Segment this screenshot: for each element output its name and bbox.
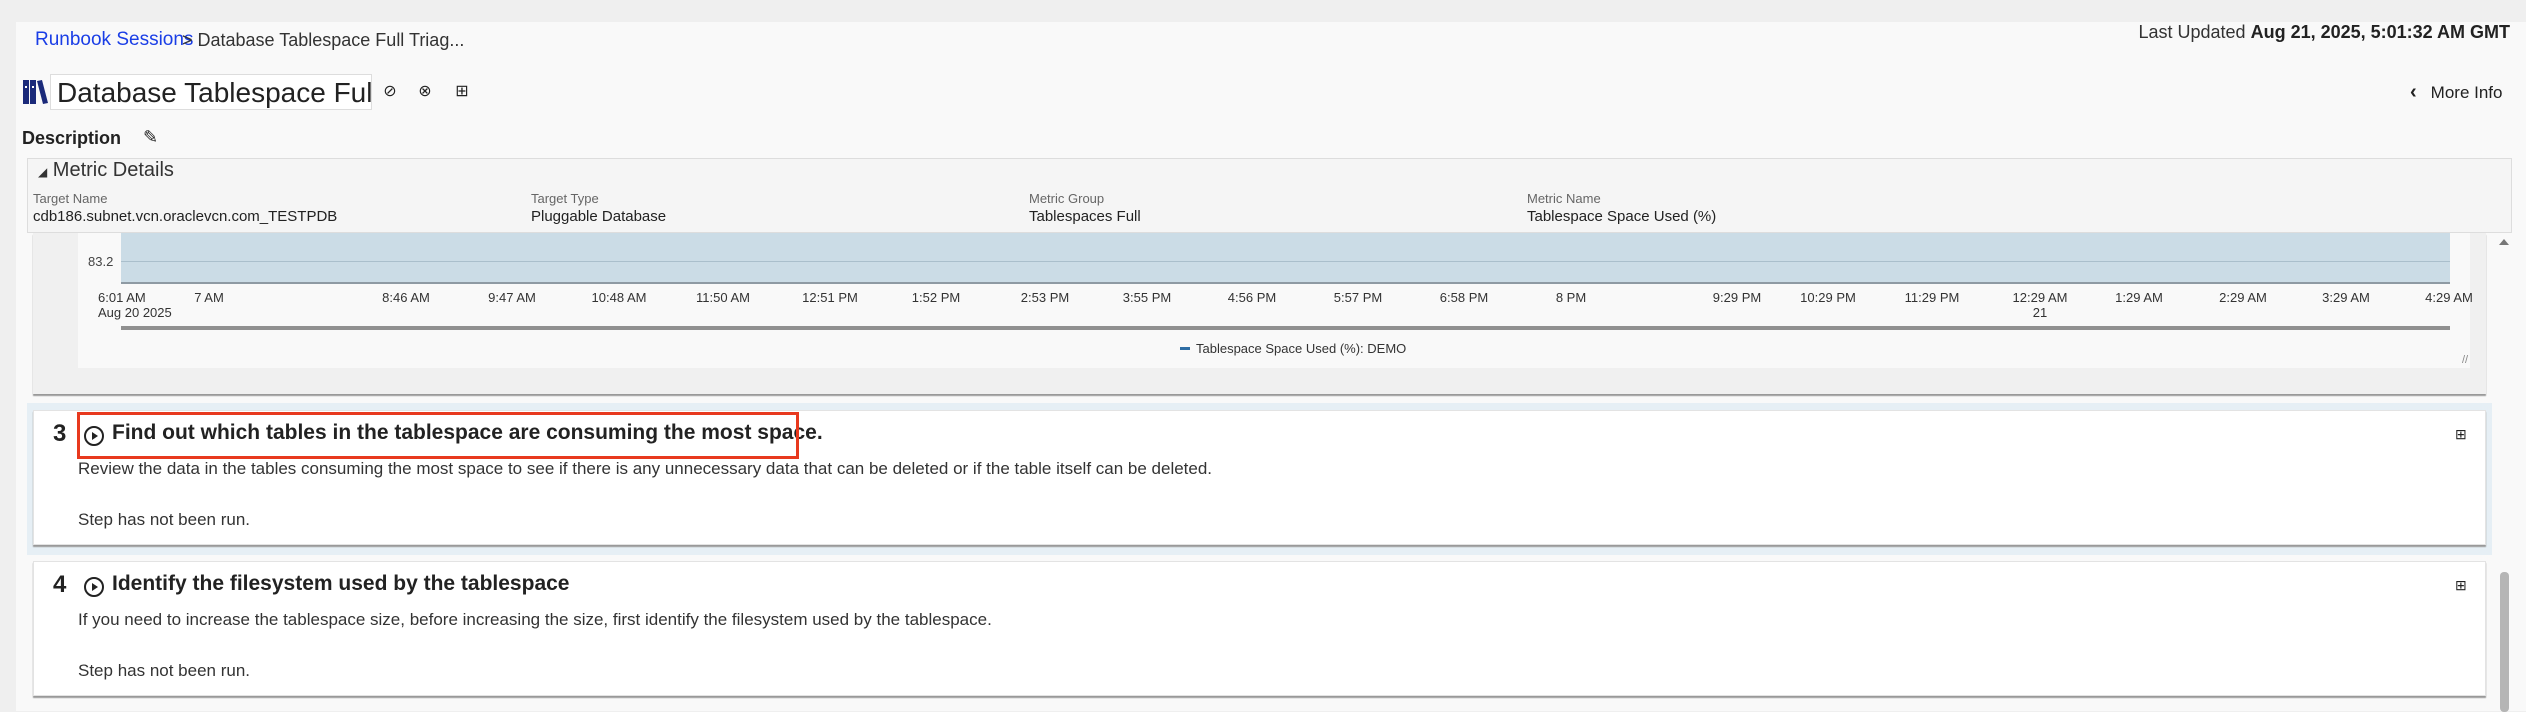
x-tick-label: 1:52 PM <box>911 290 961 305</box>
highlight-box <box>77 412 799 459</box>
x-tick-label: 1:29 AM <box>2115 290 2163 305</box>
x-tick-label: 9:29 PM <box>1712 290 1762 305</box>
comment-add-icon[interactable]: ⊞ <box>452 82 472 102</box>
x-tick-label: 6:58 PM <box>1439 290 1489 305</box>
step-status: Step has not been run. <box>78 661 251 680</box>
metric-field: Target Type Pluggable Database <box>531 191 666 225</box>
field-value: Tablespace Space Used (%) <box>1527 208 1717 225</box>
x-tick-label: 9:47 AM <box>488 290 536 305</box>
x-tick-label: 5:57 PM <box>1333 290 1383 305</box>
y-tick-label: 83.2 <box>88 254 114 269</box>
field-value: cdb186.subnet.vcn.oraclevcn.com_TESTPDB <box>33 208 338 225</box>
comment-add-icon[interactable]: ⊞ <box>2455 426 2467 443</box>
run-step-play-icon[interactable] <box>84 577 104 597</box>
last-updated-value: Aug 21, 2025, 5:01:32 AM GMT <box>2250 22 2510 42</box>
x-tick-label: 3:55 PM <box>1122 290 1172 305</box>
x-tick-label: 4:56 PM <box>1227 290 1277 305</box>
collapse-triangle-icon: ◢ <box>38 165 48 179</box>
field-value: Tablespaces Full <box>1029 208 1141 225</box>
metric-details-toggle[interactable]: ◢ Metric Details <box>38 159 174 182</box>
more-info-button[interactable]: ‹ More Info <box>2410 81 2502 104</box>
last-updated: Last Updated Aug 21, 2025, 5:01:32 AM GM… <box>2138 22 2510 43</box>
vertical-scrollbar[interactable] <box>2494 233 2514 712</box>
field-label: Metric Group <box>1029 191 1105 206</box>
x-tick-label: 8:46 AM <box>382 290 430 305</box>
x-tick-label: 2:29 AM <box>2219 290 2267 305</box>
x-tick-label: 4:29 AM <box>2425 290 2473 305</box>
cancel-circle-icon[interactable]: ⊗ <box>415 82 435 102</box>
metric-field: Metric Name Tablespace Space Used (%) <box>1527 191 1716 225</box>
x-tick-label: 10:29 PM <box>1800 290 1856 305</box>
x-tick-label: 11:29 PM <box>1904 290 1960 305</box>
scroll-up-arrow-icon[interactable] <box>2499 239 2509 245</box>
legend-swatch <box>1180 347 1190 350</box>
breadcrumb-current: > Database Tablespace Full Triag... <box>182 30 465 50</box>
step-description: Review the data in the tables consuming … <box>78 459 1213 478</box>
chart-legend: Tablespace Space Used (%): DEMO <box>1180 341 1406 356</box>
step-number: 4 <box>53 571 67 598</box>
scrollbar-thumb[interactable] <box>2500 572 2509 712</box>
x-tick-label: 8 PM <box>1555 290 1587 305</box>
metric-details-heading: Metric Details <box>52 159 174 181</box>
breadcrumb-runbook-sessions[interactable]: Runbook Sessions <box>35 29 193 51</box>
chevron-left-icon: ‹ <box>2410 81 2417 103</box>
x-tick-label: 7 AM <box>194 290 224 305</box>
metric-details-panel: ◢ Metric Details Target Name cdb186.subne… <box>27 158 2512 233</box>
x-tick-label: 11:50 AM <box>696 290 750 305</box>
step-status: Step has not been run. <box>78 510 251 529</box>
last-updated-label: Last Updated <box>2138 22 2246 42</box>
x-tick-label: 12:51 PM <box>802 290 858 305</box>
field-label: Target Name <box>33 191 108 206</box>
step-number: 3 <box>53 420 67 447</box>
x-tick-label: 10:48 AM <box>591 290 647 305</box>
runbook-title-input[interactable]: Database Tablespace Full Tri <box>50 74 372 110</box>
step-description: If you need to increase the tablespace s… <box>78 610 992 629</box>
field-label: Metric Name <box>1527 191 1601 206</box>
description-label: Description <box>22 128 122 148</box>
step-title: Identify the filesystem used by the tabl… <box>112 572 570 595</box>
resize-handle-icon[interactable]: // <box>2462 354 2468 366</box>
legend-label: Tablespace Space Used (%): DEMO <box>1196 341 1407 356</box>
field-label: Target Type <box>531 191 599 206</box>
edit-pencil-icon[interactable]: ✎ <box>143 127 158 148</box>
x-tick-label: 3:29 AM <box>2322 290 2370 305</box>
metric-field: Target Name cdb186.subnet.vcn.oraclevcn.c… <box>33 191 337 225</box>
chart-time-scrollbar[interactable] <box>121 326 2450 330</box>
x-tick-label: 2:53 PM <box>1020 290 1070 305</box>
metric-field: Metric Group Tablespaces Full <box>1029 191 1141 225</box>
chart-plot-area <box>121 233 2450 284</box>
gridline <box>121 261 2450 262</box>
field-value: Pluggable Database <box>531 208 667 225</box>
more-info-label: More Info <box>2430 82 2503 102</box>
comment-add-icon[interactable]: ⊞ <box>2455 577 2467 594</box>
runbook-books-icon <box>23 80 48 104</box>
check-circle-icon[interactable]: ⊘ <box>380 82 400 102</box>
x-tick-label: 12:29 AM 21 <box>2012 290 2068 320</box>
x-tick-label: 6:01 AM Aug 20 2025 <box>98 290 172 320</box>
